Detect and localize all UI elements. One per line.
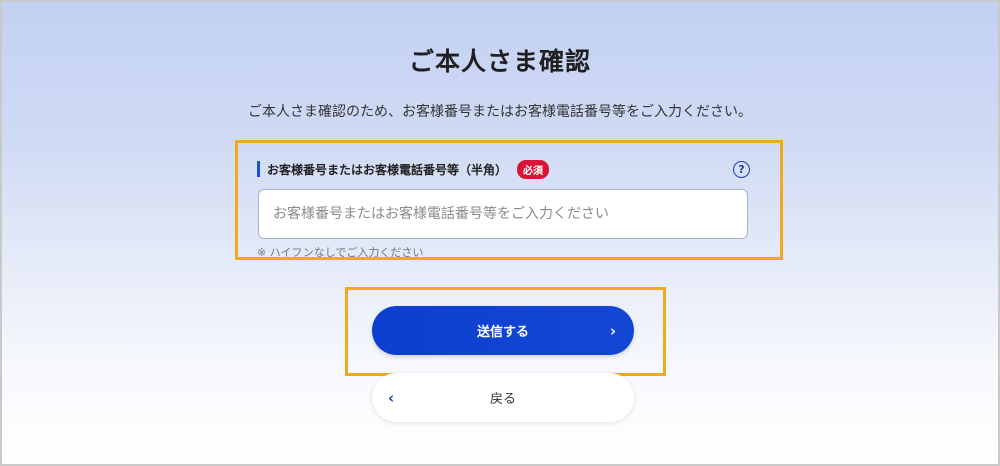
- label-accent-bar: [257, 161, 260, 177]
- back-button[interactable]: ‹ 戻る: [372, 373, 634, 422]
- field-hint: ※ ハイフンなしでご入力ください: [257, 246, 424, 257]
- page-lead-text: ご本人さま確認のため、お客様番号またはお客様電話番号等をご入力ください。: [248, 104, 752, 120]
- submit-button-label: 送信する: [476, 325, 529, 340]
- required-badge: 必須: [517, 159, 550, 179]
- customer-number-input[interactable]: [258, 189, 748, 239]
- page-frame: ご本人さま確認 ご本人さま確認のため、お客様番号またはお客様電話番号等をご入力く…: [0, 0, 1000, 466]
- submit-button[interactable]: 送信する ›: [372, 306, 634, 355]
- field-label: お客様番号またはお客様電話番号等（半角）: [267, 162, 508, 177]
- chevron-right-icon: ›: [609, 321, 616, 340]
- field-label-row: お客様番号またはお客様電話番号等（半角） 必須: [257, 159, 550, 179]
- back-button-label: 戻る: [489, 392, 516, 407]
- question-circle-icon[interactable]: ?: [733, 161, 750, 178]
- hint-text-clip: ※ ハイフンなしでご入力ください: [257, 246, 457, 257]
- chevron-left-icon: ‹: [388, 388, 395, 407]
- page-title: ご本人さま確認: [408, 47, 591, 76]
